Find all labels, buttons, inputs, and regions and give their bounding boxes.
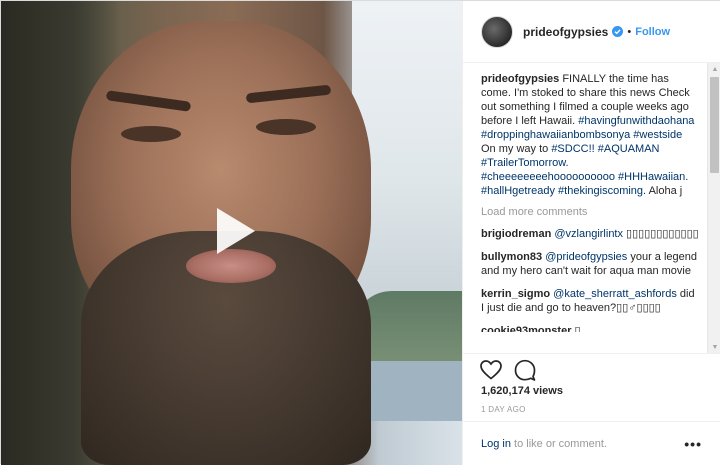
instagram-post-embed: prideofgypsies • Follow prideofgypsies F… bbox=[0, 0, 720, 465]
scroll-thumb[interactable] bbox=[710, 77, 719, 173]
scroll-down-icon[interactable]: ▼ bbox=[708, 341, 720, 353]
scroll-up-icon[interactable]: ▲ bbox=[708, 63, 720, 75]
view-count[interactable]: 1,620,174 views bbox=[481, 385, 563, 397]
heart-icon[interactable] bbox=[479, 358, 503, 382]
video-eye-left bbox=[121, 126, 181, 142]
caption-username[interactable]: prideofgypsies bbox=[481, 73, 559, 85]
post-footer: Log in to like or comment. ••• bbox=[463, 421, 720, 465]
comment-mention[interactable]: @kate_sherratt_ashfords bbox=[553, 288, 677, 300]
login-link[interactable]: Log in bbox=[481, 438, 511, 450]
post-side-panel: prideofgypsies • Follow prideofgypsies F… bbox=[462, 1, 720, 465]
comment-item: cookie93monster ▯ bbox=[481, 324, 699, 332]
load-more-comments-button[interactable]: Load more comments bbox=[481, 206, 699, 218]
verified-badge-icon bbox=[612, 26, 624, 37]
caption-text-2: On my way to bbox=[481, 143, 549, 155]
avatar[interactable] bbox=[481, 15, 513, 48]
comment-username[interactable]: kerrin_sigmo bbox=[481, 288, 550, 300]
comments-list[interactable]: prideofgypsies FINALLY the time has come… bbox=[463, 64, 707, 354]
comment-item: bullymon83 @prideofgypsies your a legend… bbox=[481, 250, 699, 278]
post-date[interactable]: 1 DAY AGO bbox=[481, 405, 526, 414]
username-link[interactable]: prideofgypsies bbox=[523, 25, 608, 39]
comment-username[interactable]: brigiodreman bbox=[481, 228, 551, 240]
follow-button[interactable]: Follow bbox=[635, 26, 670, 38]
comment-username[interactable]: bullymon83 bbox=[481, 251, 542, 263]
comment-username[interactable]: cookie93monster bbox=[481, 325, 571, 332]
comment-item: kerrin_sigmo @kate_sherratt_ashfords did… bbox=[481, 287, 699, 315]
comments-scrollbar[interactable]: ▲ ▼ bbox=[707, 63, 720, 353]
comment-text: ▯ bbox=[571, 325, 581, 332]
login-prompt-text: to like or comment. bbox=[510, 437, 607, 450]
post-actions bbox=[463, 353, 720, 385]
comment-item: brigiodreman @vzlangirlintx ▯▯▯▯▯▯▯▯▯▯▯▯ bbox=[481, 227, 699, 241]
caption-text-3: Aloha j bbox=[648, 185, 683, 197]
play-icon[interactable] bbox=[209, 206, 259, 256]
comment-icon[interactable] bbox=[513, 358, 537, 382]
post-caption: prideofgypsies FINALLY the time has come… bbox=[481, 72, 699, 198]
login-prompt: Log in to like or comment. bbox=[481, 438, 607, 450]
comment-mention[interactable]: @prideofgypsies bbox=[545, 251, 627, 263]
video-eye-right bbox=[256, 119, 316, 135]
video-player[interactable] bbox=[1, 1, 462, 465]
view-count-text: 1,620,174 views bbox=[481, 385, 563, 397]
more-options-icon[interactable]: ••• bbox=[684, 436, 702, 452]
comment-mention[interactable]: @vzlangirlintx bbox=[554, 228, 623, 240]
comment-text: ▯▯▯▯▯▯▯▯▯▯▯▯ bbox=[623, 228, 699, 240]
post-header: prideofgypsies • Follow bbox=[463, 1, 720, 63]
separator-dot: • bbox=[627, 25, 632, 38]
